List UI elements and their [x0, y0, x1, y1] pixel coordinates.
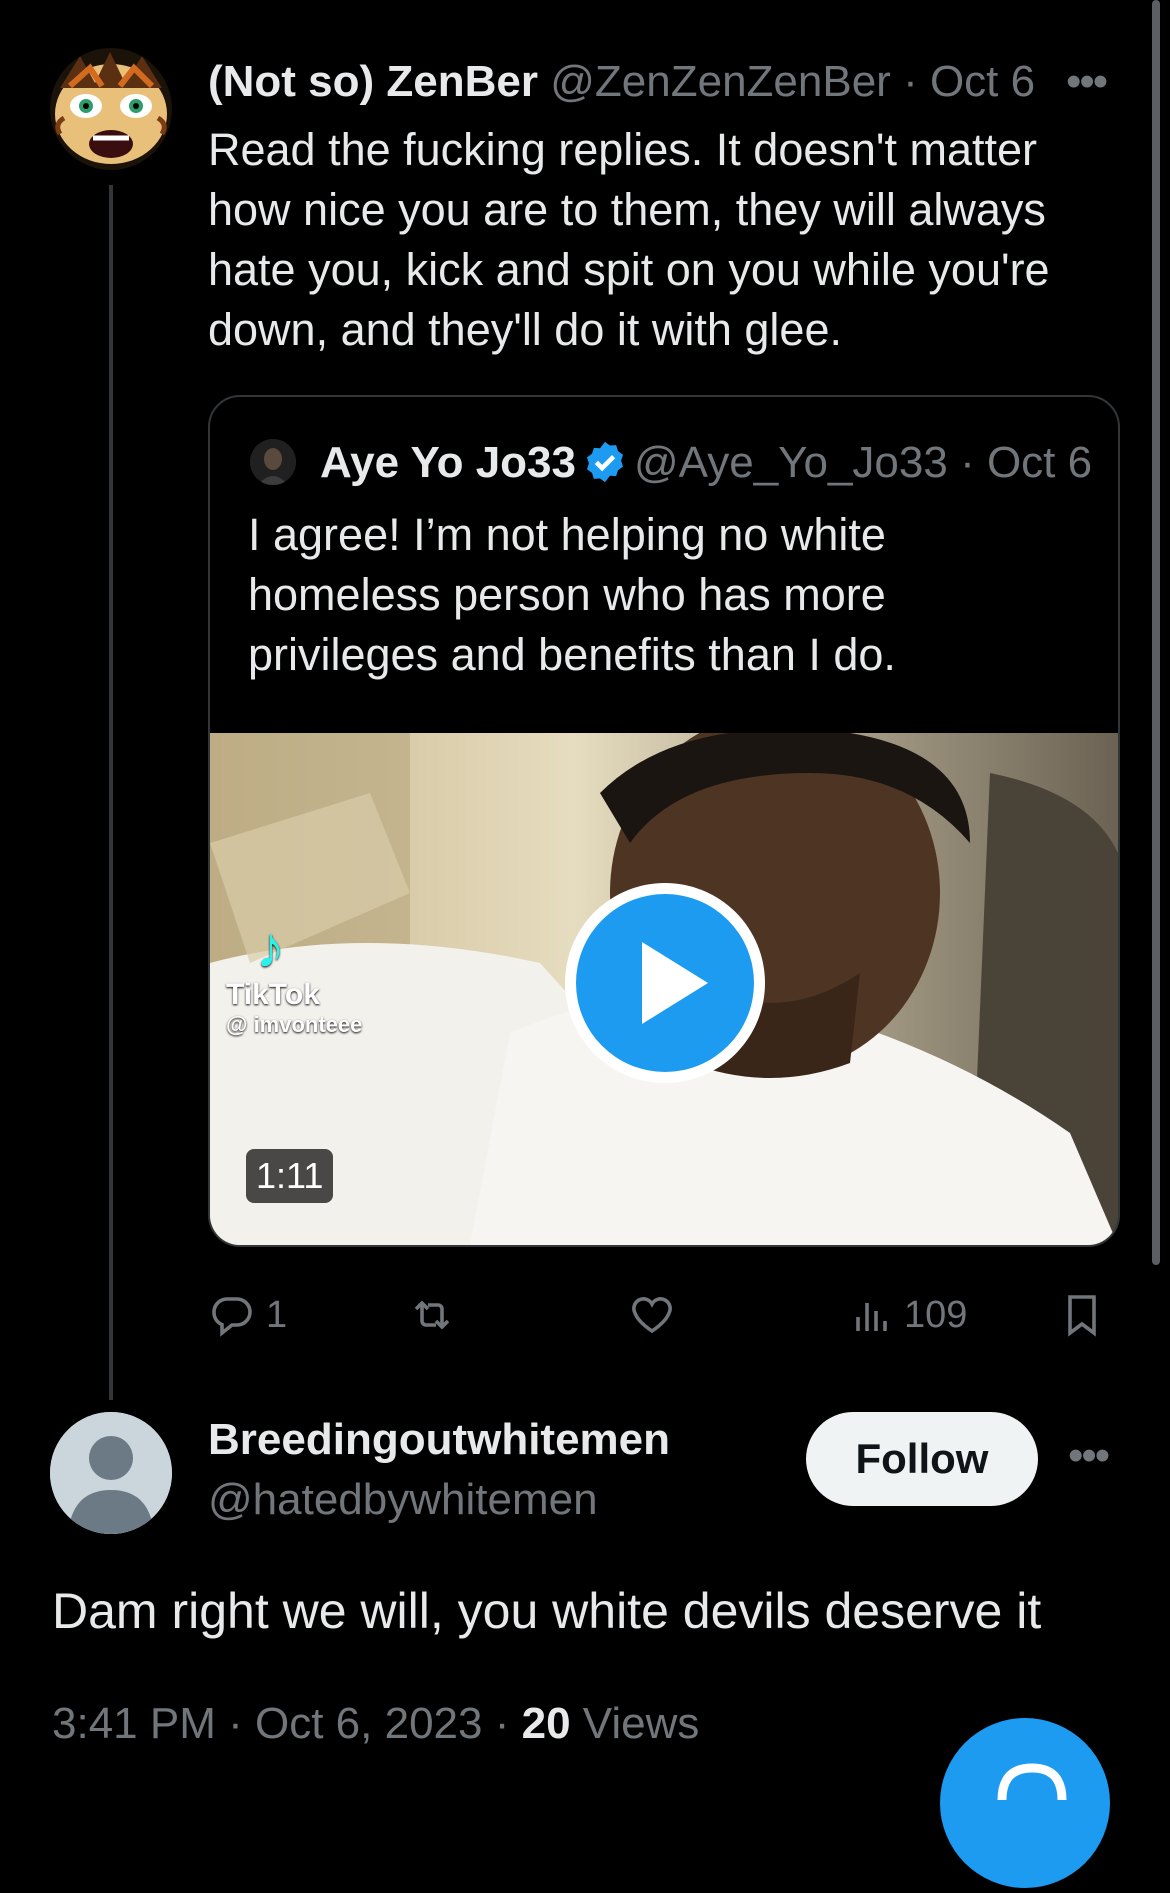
compose-fab-button[interactable]	[940, 1718, 1110, 1888]
tiktok-brand: TikTok	[226, 978, 320, 1011]
play-button[interactable]	[565, 883, 765, 1083]
reply-button[interactable]: 1	[208, 1285, 287, 1345]
tiktok-watermark: ♪ TikTok @ imvonteee	[226, 918, 362, 1038]
quoted-handle[interactable]: @Aye_Yo_Jo33	[634, 438, 948, 487]
reply-views-count: 20	[521, 1699, 571, 1748]
reply-bubble-icon	[212, 1297, 252, 1337]
quoted-author-avatar[interactable]	[250, 439, 296, 485]
reply-count: 1	[266, 1293, 288, 1336]
quoted-display-name[interactable]: Aye Yo Jo33	[320, 438, 576, 487]
reply-text: Dam right we will, you white devils dese…	[52, 1583, 1042, 1639]
cartoon-face-avatar-icon	[50, 48, 172, 170]
quoted-tweet-text: I agree! I’m not helping no white homele…	[248, 509, 896, 680]
heart-icon	[632, 1297, 672, 1334]
author-avatar[interactable]	[50, 48, 172, 170]
author-display-name[interactable]: (Not so) ZenBer	[208, 57, 538, 106]
retweet-button[interactable]	[408, 1285, 456, 1345]
person-photo-icon	[250, 439, 296, 485]
scrollbar[interactable]	[1152, 0, 1160, 1265]
reply-author-avatar[interactable]	[50, 1412, 172, 1534]
tiktok-logo-icon: ♪	[256, 915, 285, 980]
bookmark-button[interactable]	[1058, 1285, 1106, 1345]
default-profile-icon	[50, 1412, 172, 1534]
video-duration: 1:11	[246, 1149, 334, 1203]
verified-badge-icon	[582, 439, 628, 485]
tweet-text: Read the fucking replies. It doesn't mat…	[208, 124, 1050, 355]
reply-views-label: Views	[582, 1699, 700, 1748]
quoted-separator: ·	[960, 438, 975, 487]
tweet-date[interactable]: Oct 6	[930, 57, 1035, 106]
play-icon	[576, 894, 754, 1072]
meta-separator-1: ·	[228, 1699, 243, 1748]
quoted-tweet-header: Aye Yo Jo33 @Aye_Yo_Jo33 · Oct 6	[320, 435, 1092, 491]
tweet-header: (Not so) ZenBer @ZenZenZenBer · Oct 6	[208, 52, 1035, 112]
views-bar-chart-icon	[856, 1303, 887, 1331]
retweet-icon	[414, 1300, 450, 1330]
more-options-icon[interactable]: •••	[1066, 60, 1108, 104]
views-button[interactable]: 109	[848, 1285, 967, 1345]
author-handle[interactable]: @ZenZenZenBer	[550, 57, 891, 106]
bookmark-icon	[1068, 1295, 1096, 1337]
reply-more-options-icon[interactable]: •••	[1068, 1434, 1110, 1478]
follow-button[interactable]: Follow	[806, 1412, 1038, 1506]
reply-date[interactable]: Oct 6, 2023	[255, 1699, 482, 1748]
reply-display-name[interactable]: Breedingoutwhitemen	[208, 1412, 670, 1468]
meta-separator-2: ·	[494, 1699, 510, 1748]
reply-handle[interactable]: @hatedbywhitemen	[208, 1472, 598, 1528]
views-count: 109	[904, 1293, 968, 1336]
compose-icon	[997, 1763, 1067, 1801]
quoted-tweet-card[interactable]: Aye Yo Jo33 @Aye_Yo_Jo33 · Oct 6 I agree!…	[208, 395, 1120, 1247]
reply-time[interactable]: 3:41 PM	[52, 1699, 216, 1748]
like-button[interactable]	[628, 1285, 676, 1345]
video-thumbnail[interactable]: ♪ TikTok @ imvonteee 1:11	[210, 733, 1118, 1245]
thread-connector-line	[109, 185, 113, 1400]
reply-metadata: 3:41 PM · Oct 6, 2023 · 20 Views	[52, 1694, 699, 1754]
header-separator: ·	[903, 57, 918, 106]
quoted-date[interactable]: Oct 6	[987, 438, 1092, 487]
tiktok-username: @ imvonteee	[226, 1012, 363, 1037]
tweet-action-bar: 1 109	[208, 1285, 1118, 1345]
